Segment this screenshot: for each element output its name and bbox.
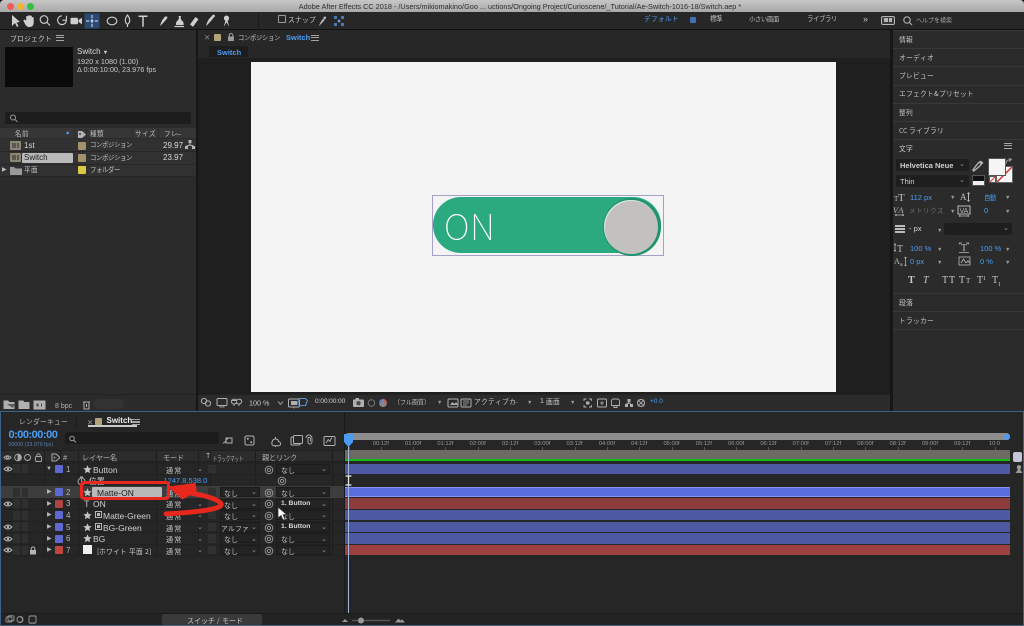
svg-text:T: T	[923, 275, 930, 286]
svg-text:T: T	[942, 275, 948, 286]
svg-text:T: T	[898, 192, 905, 202]
svg-text:8 bpc: 8 bpc	[55, 403, 73, 410]
svg-text:T: T	[949, 275, 955, 286]
svg-text:T: T	[966, 277, 971, 285]
svg-text:VA: VA	[960, 208, 969, 215]
svg-text:T: T	[897, 244, 903, 253]
svg-text:1: 1	[983, 276, 986, 282]
svg-text:T: T	[959, 275, 965, 286]
svg-text:A: A	[898, 206, 904, 215]
svg-text:T: T	[961, 243, 967, 253]
svg-text:1: 1	[998, 282, 1001, 286]
svg-text:A: A	[960, 192, 967, 202]
svg-text:T: T	[908, 275, 915, 286]
svg-text:100 %: 100 %	[249, 399, 270, 408]
svg-text:a: a	[900, 262, 903, 267]
